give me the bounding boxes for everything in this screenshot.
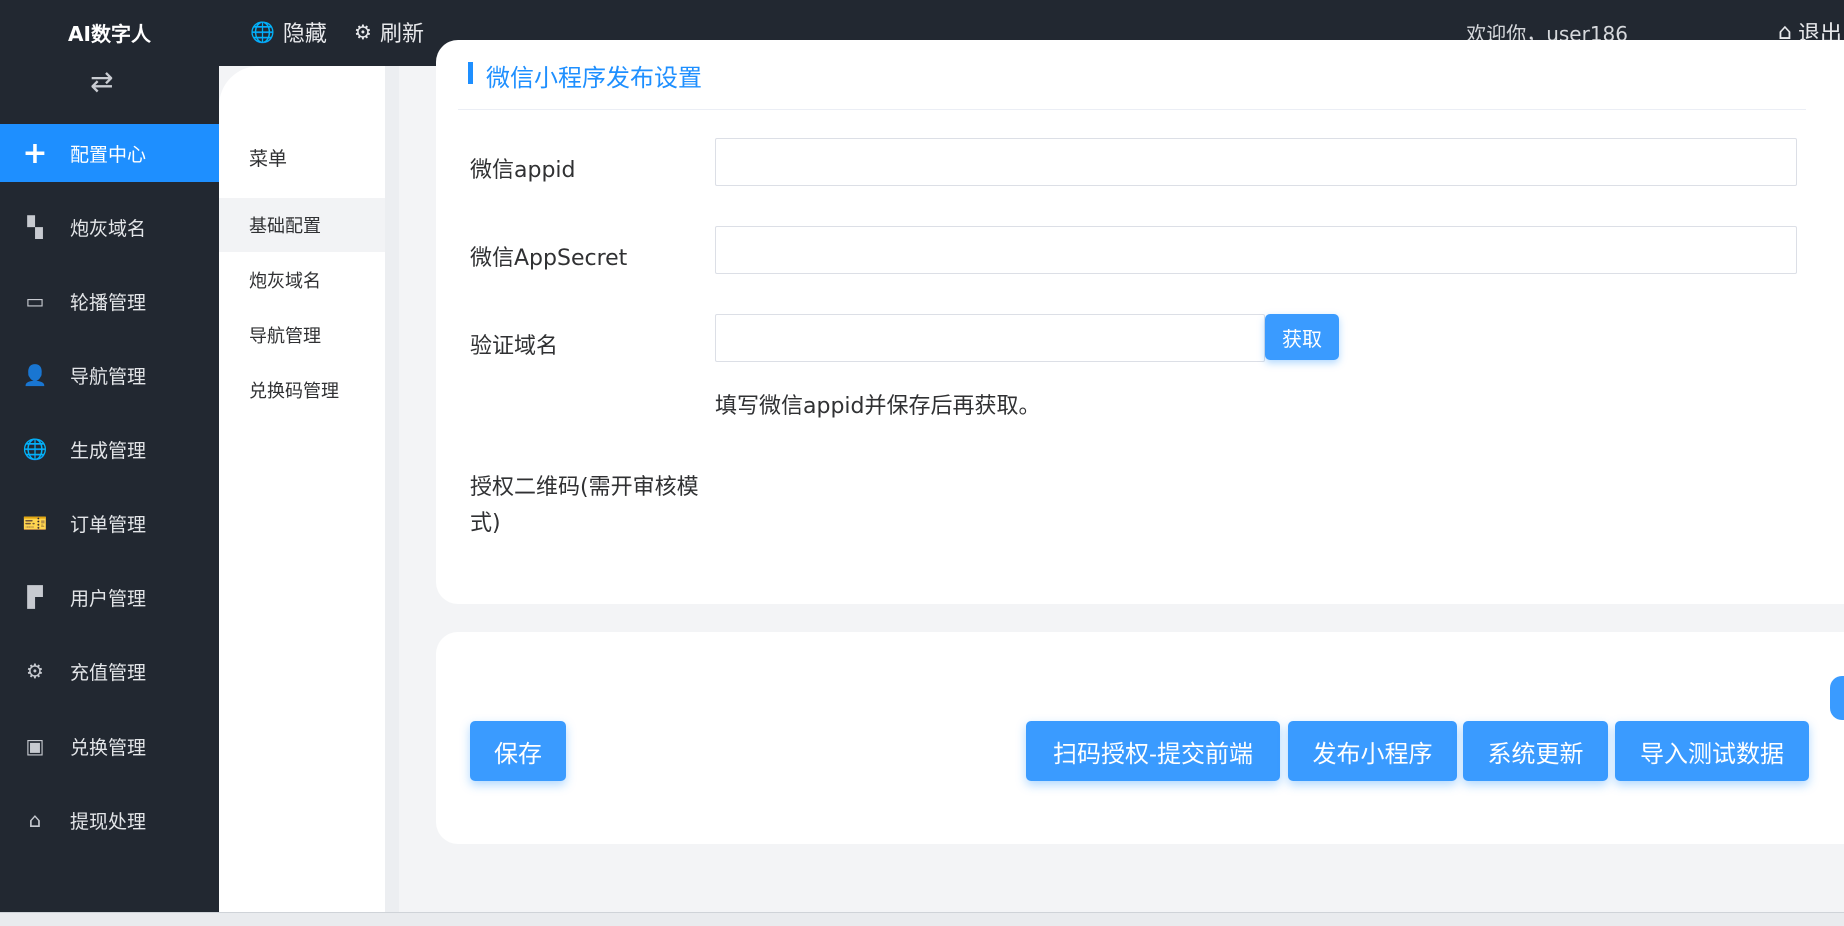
sidebar-item-withdraw[interactable]: ⌂ 提现处理	[0, 791, 219, 849]
appid-label: 微信appid	[470, 158, 576, 183]
globe-icon: 🌐	[250, 20, 275, 44]
save-button[interactable]: 保存	[470, 721, 566, 781]
sidebar-item-label: 炮灰域名	[70, 217, 147, 240]
sidebar-item-orders[interactable]: 🎫 订单管理	[0, 494, 219, 552]
shop-icon: ▛	[27, 585, 43, 609]
sidebar-item-recharge[interactable]: ⚙ 充值管理	[0, 642, 219, 700]
plus-icon: +	[22, 135, 48, 171]
sub-menu: 菜单 基础配置 炮灰域名 导航管理 兑换码管理	[219, 66, 385, 912]
apps-icon: ▚	[27, 215, 43, 239]
gear-icon: ⚙	[26, 659, 44, 683]
sub-menu-item-navigation[interactable]: 导航管理	[219, 308, 385, 362]
sub-menu-item-label: 导航管理	[249, 326, 321, 347]
sidebar-item-label: 订单管理	[70, 513, 147, 536]
section-accent-bar	[468, 62, 473, 84]
fetch-button[interactable]: 获取	[1265, 314, 1339, 360]
sidebar-item-label: 用户管理	[70, 587, 147, 610]
qr-code-label: 授权二维码(需开审核模式)	[470, 475, 699, 536]
sidebar-item-label: 生成管理	[70, 439, 147, 462]
hide-label: 隐藏	[282, 22, 327, 47]
sidebar-item-navigation[interactable]: 👤 导航管理	[0, 346, 219, 404]
fetch-hint: 填写微信appid并保存后再获取。	[715, 394, 1041, 419]
sub-menu-item-label: 炮灰域名	[249, 271, 321, 292]
sub-menu-item-label: 基础配置	[249, 216, 321, 237]
sidebar-item-carousel[interactable]: ▭ 轮播管理	[0, 272, 219, 330]
swap-icon[interactable]: ⇄	[90, 68, 113, 96]
sub-menu-item-cannon-domain[interactable]: 炮灰域名	[219, 253, 385, 307]
appid-input[interactable]	[715, 138, 1797, 186]
sidebar-item-label: 导航管理	[70, 365, 147, 388]
sub-menu-item-basic-config[interactable]: 基础配置	[219, 198, 385, 252]
ticket-icon: 🎫	[22, 511, 48, 535]
sub-menu-title: 菜单	[249, 148, 288, 170]
hide-button[interactable]: 🌐 隐藏	[250, 16, 327, 48]
sidebar-item-label: 充值管理	[70, 661, 147, 684]
sidebar-item-config-center[interactable]: + 配置中心	[0, 124, 219, 182]
verify-domain-label: 验证域名	[470, 334, 559, 359]
verify-domain-input[interactable]	[715, 314, 1265, 362]
system-update-button[interactable]: 系统更新	[1463, 721, 1608, 781]
sub-menu-divider	[385, 66, 399, 912]
sidebar-item-exchange[interactable]: ▣ 兑换管理	[0, 717, 219, 775]
publish-miniprogram-button[interactable]: 发布小程序	[1288, 721, 1457, 781]
app-brand: AI数字人	[68, 22, 151, 46]
section-header: 微信小程序发布设置	[458, 58, 1806, 110]
sidebar-item-users[interactable]: ▛ 用户管理	[0, 568, 219, 626]
globe-icon: 🌐	[22, 437, 48, 461]
scan-authorize-submit-button[interactable]: 扫码授权-提交前端	[1026, 721, 1280, 781]
sidebar-item-label: 提现处理	[70, 810, 147, 833]
card-icon: ▭	[25, 289, 45, 313]
sub-menu-item-label: 兑换码管理	[249, 381, 339, 402]
sidebar-item-label: 轮播管理	[70, 291, 147, 314]
appsecret-input[interactable]	[715, 226, 1797, 274]
user-icon: 👤	[22, 363, 48, 387]
floating-side-tab[interactable]	[1830, 676, 1844, 720]
bottom-scrollbar[interactable]	[0, 912, 1844, 926]
refresh-button[interactable]: ⚙ 刷新	[354, 16, 424, 48]
sidebar-item-cannon-domain[interactable]: ▚ 炮灰域名	[0, 198, 219, 256]
sidebar-item-label: 兑换管理	[70, 736, 147, 759]
appsecret-label: 微信AppSecret	[470, 246, 628, 271]
gear-icon: ⚙	[354, 20, 372, 44]
sidebar-item-label: 配置中心	[70, 143, 147, 166]
refresh-label: 刷新	[379, 22, 424, 47]
home-icon: ⌂	[28, 808, 42, 832]
sidebar: ⇄ + 配置中心 ▚ 炮灰域名 ▭ 轮播管理 👤 导航管理 🌐 生成管理 🎫 订…	[0, 66, 219, 912]
import-test-data-button[interactable]: 导入测试数据	[1615, 721, 1809, 781]
vip-icon: ▣	[25, 734, 45, 758]
sidebar-item-generation[interactable]: 🌐 生成管理	[0, 420, 219, 478]
sub-menu-item-redeem-codes[interactable]: 兑换码管理	[219, 363, 385, 417]
section-title: 微信小程序发布设置	[486, 64, 702, 92]
